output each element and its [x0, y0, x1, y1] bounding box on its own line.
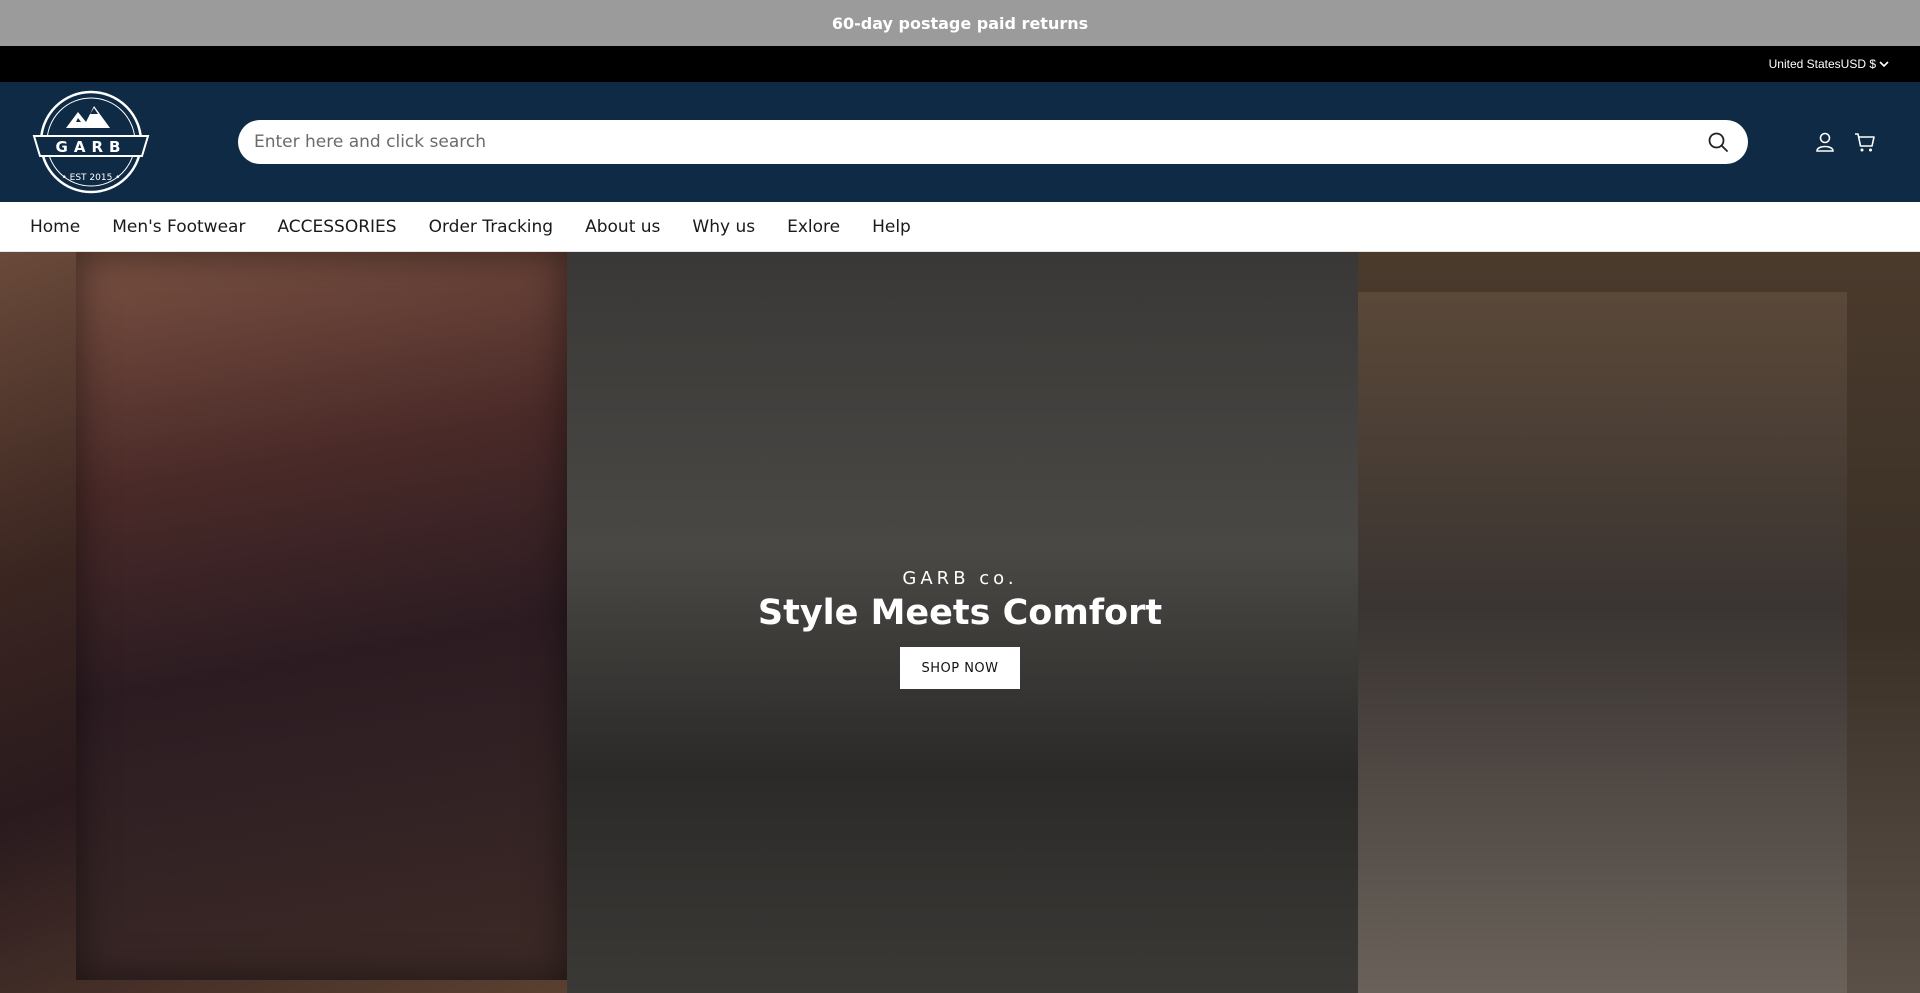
nav-item-about-us[interactable]: About us — [585, 217, 660, 237]
hero-headline: Style Meets Comfort — [757, 593, 1163, 633]
nav-item-home[interactable]: Home — [30, 217, 80, 237]
site-header: GARB • EST 2015 • — [0, 82, 1920, 202]
utility-bar: United States USD $ — [0, 46, 1920, 82]
nav-item-help[interactable]: Help — [872, 217, 911, 237]
search-icon[interactable] — [1706, 130, 1730, 154]
locale-selector[interactable]: United States USD $ — [1769, 57, 1890, 71]
hero-content: GARB co. Style Meets Comfort SHOP NOW — [0, 568, 1920, 689]
svg-text:GARB: GARB — [56, 138, 127, 156]
header-actions — [1814, 131, 1876, 153]
nav-item-order-tracking[interactable]: Order Tracking — [429, 217, 554, 237]
hero-eyebrow: GARB co. — [902, 568, 1018, 589]
chevron-down-icon — [1879, 61, 1889, 68]
nav-item-explore[interactable]: Exlore — [787, 217, 840, 237]
search-input[interactable] — [254, 132, 1706, 152]
svg-text:• EST 2015 •: • EST 2015 • — [61, 173, 120, 183]
hero-banner: GARB co. Style Meets Comfort SHOP NOW — [0, 252, 1920, 993]
cart-icon[interactable] — [1854, 131, 1876, 153]
search-bar — [238, 120, 1748, 164]
country-label: United States — [1768, 57, 1841, 71]
main-nav: Home Men's Footwear ACCESSORIES Order Tr… — [0, 202, 1920, 252]
nav-item-why-us[interactable]: Why us — [692, 217, 755, 237]
announcement-bar: 60-day postage paid returns — [0, 0, 1920, 46]
account-icon[interactable] — [1814, 131, 1836, 153]
brand-logo[interactable]: GARB • EST 2015 • — [28, 90, 154, 194]
currency-label: USD $ — [1840, 57, 1876, 71]
shop-now-button[interactable]: SHOP NOW — [900, 647, 1020, 689]
announcement-text: 60-day postage paid returns — [831, 13, 1089, 33]
nav-item-mens-footwear[interactable]: Men's Footwear — [112, 217, 245, 237]
nav-item-accessories[interactable]: ACCESSORIES — [277, 217, 396, 237]
